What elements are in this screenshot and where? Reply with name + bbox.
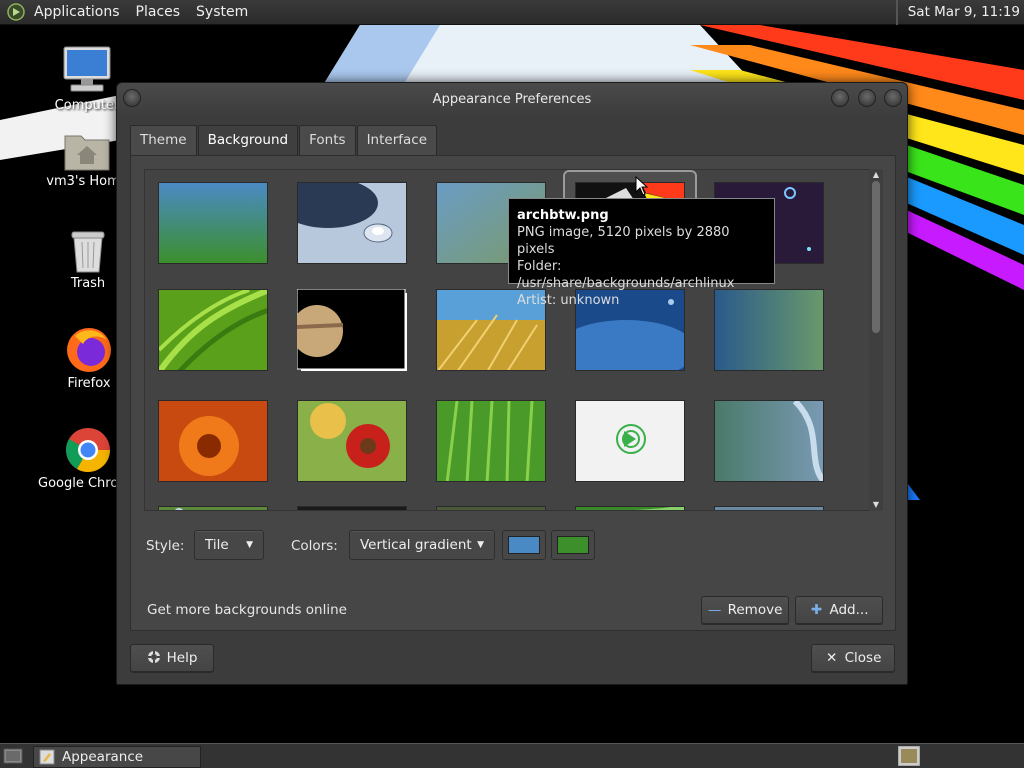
- top-panel: Applications Places System Sat Mar 9, 11…: [0, 0, 1024, 25]
- background-thumbnail[interactable]: [714, 400, 824, 482]
- background-thumbnail[interactable]: [158, 506, 268, 510]
- colors-combo[interactable]: Vertical gradient ▼: [349, 530, 495, 560]
- chrome-icon: [66, 428, 110, 472]
- primary-color-swatch: [508, 536, 540, 554]
- secondary-color-button[interactable]: [551, 530, 595, 560]
- help-button-label: Help: [166, 650, 198, 666]
- help-lifebuoy-icon: [147, 645, 161, 671]
- background-thumbnail[interactable]: [714, 506, 824, 510]
- background-thumbnail[interactable]: [575, 506, 685, 510]
- appearance-preferences-window: Appearance Preferences Theme Background …: [116, 82, 908, 685]
- background-thumbnail[interactable]: [297, 506, 407, 510]
- workspace-switcher-icon[interactable]: [898, 746, 920, 766]
- more-backgrounds-link[interactable]: Get more backgrounds online: [147, 602, 347, 618]
- titlebar[interactable]: Appearance Preferences: [117, 83, 907, 117]
- tab-interface[interactable]: Interface: [356, 125, 438, 155]
- colors-label: Colors:: [291, 538, 338, 554]
- background-thumbnail[interactable]: [436, 400, 546, 482]
- show-desktop-icon[interactable]: [3, 747, 23, 765]
- thumbnail-tooltip: archbtw.png PNG image, 5120 pixels by 28…: [508, 198, 775, 308]
- remove-button[interactable]: — Remove: [701, 596, 789, 624]
- style-combo[interactable]: Tile ▼: [194, 530, 264, 560]
- firefox-icon: [67, 328, 111, 372]
- minimize-button[interactable]: [831, 89, 849, 107]
- help-button[interactable]: Help: [130, 644, 214, 672]
- gallery-scrollbar[interactable]: ▲ ▼: [869, 169, 883, 511]
- trash-icon: [71, 231, 105, 273]
- chevron-down-icon: ▼: [477, 540, 484, 550]
- close-button[interactable]: ✕ Close: [811, 644, 895, 672]
- primary-color-button[interactable]: [502, 530, 546, 560]
- plus-icon: ✚: [810, 602, 823, 618]
- tooltip-folder: Folder: /usr/share/backgrounds/archlinux: [517, 259, 735, 291]
- background-thumbnail[interactable]: [297, 182, 407, 264]
- scrollbar-thumb[interactable]: [872, 181, 880, 333]
- background-thumbnail[interactable]: [575, 400, 685, 482]
- home-folder-icon: [64, 135, 110, 171]
- bottom-panel: Appearance Prefere...: [0, 743, 1024, 768]
- scroll-up-icon[interactable]: ▲: [869, 169, 883, 181]
- remove-button-label: Remove: [727, 602, 783, 618]
- scroll-down-icon[interactable]: ▼: [869, 499, 883, 511]
- background-thumbnail[interactable]: [158, 400, 268, 482]
- colors-combo-value: Vertical gradient: [360, 537, 472, 553]
- tab-background[interactable]: Background: [197, 125, 299, 155]
- background-thumbnail[interactable]: [297, 400, 407, 482]
- close-window-button[interactable]: [884, 89, 902, 107]
- tab-theme[interactable]: Theme: [130, 125, 197, 155]
- minus-icon: —: [707, 602, 722, 618]
- computer-icon: [63, 46, 111, 92]
- mouse-pointer-icon: [635, 176, 649, 196]
- tooltip-image-info: PNG image, 5120 pixels by 2880 pixels: [517, 225, 730, 257]
- add-button[interactable]: ✚ Add...: [795, 596, 883, 624]
- tooltip-artist: Artist: unknown: [517, 293, 620, 308]
- background-thumbnail[interactable]: [158, 289, 268, 371]
- distro-logo-icon[interactable]: [6, 2, 26, 22]
- background-thumbnail[interactable]: [297, 289, 407, 371]
- style-label: Style:: [146, 538, 185, 554]
- menu-places[interactable]: Places: [128, 0, 189, 25]
- close-icon: ✕: [825, 650, 838, 666]
- menu-applications[interactable]: Applications: [26, 0, 128, 25]
- secondary-color-swatch: [557, 536, 589, 554]
- taskbar-item-label: Appearance Prefere...: [62, 749, 144, 765]
- close-button-label: Close: [844, 650, 882, 666]
- window-title: Appearance Preferences: [432, 92, 592, 107]
- background-thumbnail[interactable]: [158, 182, 268, 264]
- add-button-label: Add...: [829, 602, 869, 618]
- taskbar-item-appearance-preferences[interactable]: Appearance Prefere...: [33, 746, 201, 768]
- tab-bar: Theme Background Fonts Interface: [130, 125, 438, 155]
- chevron-down-icon: ▼: [246, 540, 253, 550]
- tab-fonts[interactable]: Fonts: [299, 125, 356, 155]
- menu-system[interactable]: System: [188, 0, 256, 25]
- tooltip-filename: archbtw.png: [517, 208, 609, 223]
- clock[interactable]: Sat Mar 9, 11:19: [895, 0, 1024, 25]
- appearance-app-icon: [39, 749, 55, 765]
- maximize-button[interactable]: [858, 89, 876, 107]
- style-combo-value: Tile: [205, 537, 229, 553]
- background-thumbnail[interactable]: [436, 506, 546, 510]
